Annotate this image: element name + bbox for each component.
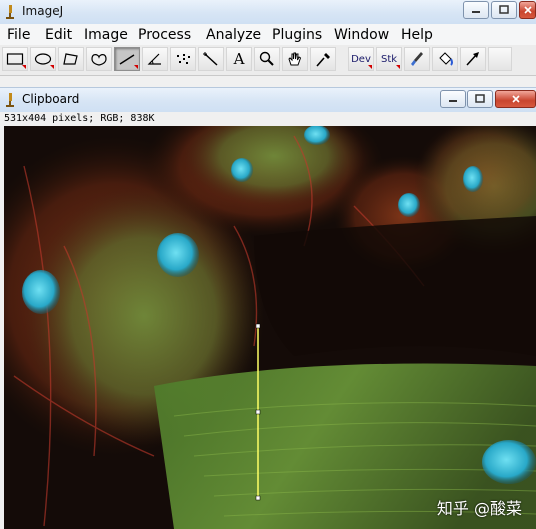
menu-window[interactable]: Window bbox=[334, 27, 389, 43]
freehand-tool-button[interactable] bbox=[86, 47, 112, 71]
dropdown-indicator bbox=[134, 65, 138, 69]
maximize-button[interactable] bbox=[491, 1, 517, 19]
hand-tool-button[interactable] bbox=[282, 47, 308, 71]
hand-tool-icon bbox=[288, 52, 302, 66]
rectangle-tool-button[interactable] bbox=[2, 47, 28, 71]
line-tool-button[interactable] bbox=[114, 47, 140, 71]
menu-file[interactable]: File bbox=[7, 27, 30, 43]
point-tool-button[interactable] bbox=[170, 47, 196, 71]
clipboard-minimize-button[interactable] bbox=[440, 90, 466, 108]
menu-image[interactable]: Image bbox=[84, 27, 128, 43]
text-tool-icon: A bbox=[233, 50, 245, 68]
line-tool-icon bbox=[119, 54, 135, 65]
oval-tool-button[interactable] bbox=[30, 47, 56, 71]
image-info: 531x404 pixels; RGB; 838K bbox=[0, 112, 536, 126]
microscopy-image[interactable] bbox=[4, 126, 536, 529]
menu-help[interactable]: Help bbox=[401, 27, 433, 43]
app-title: ImageJ bbox=[22, 4, 64, 18]
angle-tool-button[interactable] bbox=[142, 47, 168, 71]
minimize-icon bbox=[472, 11, 480, 13]
dropdown-indicator bbox=[50, 65, 54, 69]
maximize-icon bbox=[499, 5, 509, 14]
toolbar: A Dev Stk bbox=[0, 45, 536, 76]
color-picker-tool-button[interactable] bbox=[310, 47, 336, 71]
close-icon bbox=[511, 95, 520, 103]
wand-tool-button[interactable] bbox=[198, 47, 224, 71]
menu-process[interactable]: Process bbox=[138, 27, 191, 43]
clipboard-close-button[interactable] bbox=[495, 90, 536, 108]
point-tool-icon bbox=[177, 54, 190, 64]
polygon-tool-button[interactable] bbox=[58, 47, 84, 71]
angle-tool-icon bbox=[147, 53, 161, 65]
dev-tool-button[interactable]: Dev bbox=[348, 47, 374, 71]
microscope-icon bbox=[6, 93, 14, 107]
watermark: 知乎 @酸菜 bbox=[436, 499, 522, 518]
minimize-icon bbox=[449, 100, 457, 102]
minimize-button[interactable] bbox=[463, 1, 489, 19]
close-icon bbox=[523, 6, 532, 14]
close-button[interactable] bbox=[519, 1, 536, 19]
microscope-icon bbox=[6, 5, 14, 19]
magnifier-tool-button[interactable] bbox=[254, 47, 280, 71]
dev-tool-label: Dev bbox=[351, 53, 371, 65]
color-picker-tool-icon bbox=[316, 53, 330, 67]
rectangle-tool-icon bbox=[6, 53, 24, 65]
clipboard-maximize-button[interactable] bbox=[467, 90, 493, 108]
menu-bar: File Edit Image Process Analyze Plugins … bbox=[0, 24, 536, 46]
empty-tool-slot bbox=[488, 47, 512, 71]
magnifier-tool-icon bbox=[259, 51, 274, 66]
arrow-tool-icon bbox=[466, 52, 479, 66]
menu-analyze[interactable]: Analyze bbox=[206, 27, 261, 43]
clipboard-title-bar[interactable]: Clipboard bbox=[0, 87, 536, 113]
dropdown-indicator bbox=[396, 65, 400, 69]
maximize-icon bbox=[475, 94, 485, 103]
text-tool-button[interactable]: A bbox=[226, 47, 252, 71]
wand-tool-icon bbox=[203, 52, 218, 66]
brush-tool-button[interactable] bbox=[404, 47, 430, 71]
flood-fill-tool-icon bbox=[439, 52, 453, 66]
dropdown-indicator bbox=[22, 65, 26, 69]
dropdown-indicator bbox=[368, 65, 372, 69]
oval-tool-icon bbox=[34, 53, 52, 65]
stk-tool-label: Stk bbox=[380, 53, 398, 65]
clipboard-title: Clipboard bbox=[22, 92, 80, 106]
menu-edit[interactable]: Edit bbox=[45, 27, 72, 43]
stk-tool-button[interactable]: Stk bbox=[376, 47, 402, 71]
flood-fill-tool-button[interactable] bbox=[432, 47, 458, 71]
app-title-bar[interactable]: ImageJ bbox=[0, 0, 536, 25]
arrow-tool-button[interactable] bbox=[460, 47, 486, 71]
freehand-tool-icon bbox=[91, 54, 107, 66]
polygon-tool-icon bbox=[63, 53, 78, 65]
menu-plugins[interactable]: Plugins bbox=[272, 27, 322, 43]
brush-tool-icon bbox=[411, 52, 423, 66]
